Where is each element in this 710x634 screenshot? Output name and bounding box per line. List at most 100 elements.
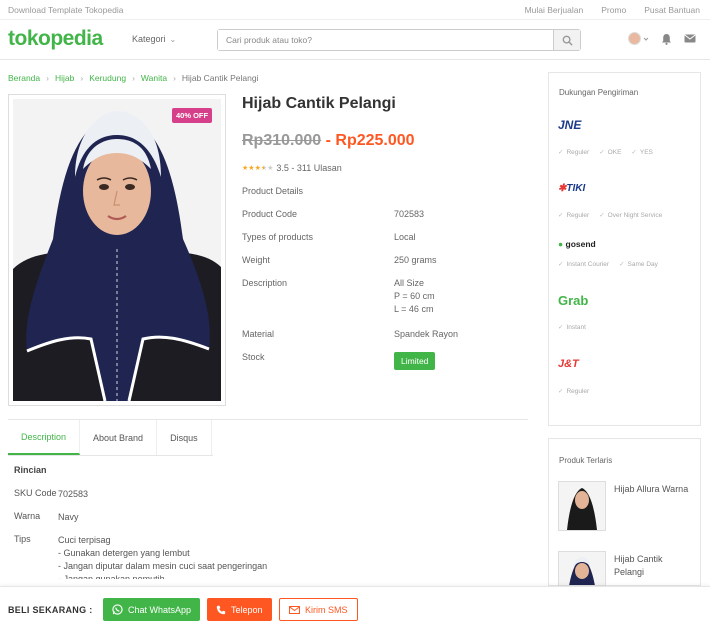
breadcrumb-hijab[interactable]: Hijab — [55, 73, 74, 83]
details-heading: Product Details — [242, 186, 304, 196]
mail-icon[interactable] — [684, 34, 696, 43]
spec-label-material: Material — [242, 329, 275, 339]
service-item: YES — [631, 148, 653, 156]
desc-value-sku: 702583 — [58, 489, 89, 499]
bell-icon[interactable] — [661, 33, 672, 45]
promo-link[interactable]: Promo — [601, 5, 626, 15]
rating-text: 3.5 - 311 Ulasan — [276, 163, 342, 173]
search-button[interactable] — [553, 30, 580, 50]
chevron-down-icon — [643, 37, 649, 41]
spec-label-stock: Stock — [242, 352, 265, 362]
chevron-right-icon: › — [46, 73, 49, 83]
spec-label-weight: Weight — [242, 255, 270, 265]
product-image[interactable] — [8, 94, 226, 406]
telepon-button[interactable]: Telepon — [207, 598, 272, 621]
shipping-title: Dukungan Pengiriman — [559, 88, 639, 97]
desc-label-sku: SKU Code — [14, 488, 57, 498]
bestseller-title: Produk Terlaris — [559, 456, 613, 465]
sms-button-label: Kirim SMS — [305, 604, 348, 615]
mulai-berjualan-link[interactable]: Mulai Berjualan — [525, 5, 584, 15]
price-block: Rp310.000 - Rp225.000 — [242, 132, 415, 150]
star-empty-icon: ★ — [267, 165, 274, 172]
buy-now-label: BELI SEKARANG : — [8, 605, 93, 615]
price-separator: - — [325, 132, 331, 149]
breadcrumb-current: Hijab Cantik Pelangi — [181, 73, 259, 83]
envelope-icon — [289, 605, 300, 614]
product-title: Hijab Cantik Pelangi — [242, 95, 396, 112]
whatsapp-icon — [112, 604, 123, 615]
desc-value-tips: Cuci terpisag - Gunakan detergen yang le… — [58, 535, 268, 579]
chevron-down-icon: ⌄ — [169, 35, 177, 44]
account-menu[interactable] — [628, 32, 649, 45]
gosend-logo: ● gosend — [558, 239, 596, 249]
chevron-right-icon: › — [173, 73, 176, 83]
service-item: Over Night Service — [599, 211, 663, 219]
phone-icon — [216, 605, 226, 614]
service-item: Reguler — [558, 387, 589, 395]
kategori-label: Kategori — [132, 34, 166, 44]
bestseller-image-2[interactable] — [558, 551, 606, 586]
grab-services: Instant — [558, 323, 586, 331]
service-item: Instant Courier — [558, 260, 609, 268]
chevron-right-icon: › — [80, 73, 84, 83]
tiki-services: Reguler Over Night Service — [558, 211, 662, 219]
whatsapp-button-label: Chat WhatsApp — [128, 604, 192, 615]
jnt-logo: J&T — [558, 358, 579, 370]
tab-disqus[interactable]: Disqus — [157, 420, 212, 455]
service-item: OKE — [599, 148, 622, 156]
top-bar: Download Template Tokopedia Mulai Berjua… — [0, 0, 710, 20]
download-template-link[interactable]: Download Template Tokopedia — [8, 5, 123, 15]
rating[interactable]: ★ ★ ★ ★ ★ 3.5 - 311 Ulasan — [242, 163, 342, 173]
spec-label-type: Types of products — [242, 232, 314, 242]
tabs-divider — [8, 455, 213, 456]
breadcrumb-wanita[interactable]: Wanita — [141, 73, 167, 83]
grab-logo: Grab — [558, 293, 589, 308]
jne-services: Reguler OKE YES — [558, 148, 653, 156]
chevron-right-icon: › — [132, 73, 135, 83]
top-links: Mulai Berjualan Promo Pusat Bantuan — [525, 5, 700, 15]
bestseller-name-1[interactable]: Hijab Allura Warna — [614, 483, 694, 496]
service-item: Reguler — [558, 148, 589, 156]
desc-value-warna: Navy — [58, 512, 79, 522]
bestseller-name-2[interactable]: Hijab Cantik Pelangi — [614, 553, 694, 579]
spec-value-weight: 250 grams — [394, 255, 437, 265]
spec-value-description: All Size P = 60 cm L = 46 cm — [394, 278, 435, 314]
header: tokopedia Kategori ⌄ — [0, 20, 710, 60]
desc-label-warna: Warna — [14, 511, 41, 521]
jnt-services: Reguler — [558, 387, 589, 395]
gosend-dot-icon: ● — [558, 239, 564, 249]
spec-value-material: Spandek Rayon — [394, 329, 459, 339]
gosend-services: Instant Courier Same Day — [558, 260, 658, 268]
description-title: Rincian — [14, 465, 47, 475]
service-item: Same Day — [619, 260, 658, 268]
stock-badge: Limited — [394, 352, 436, 370]
gosend-logo-text: gosend — [565, 239, 596, 249]
avatar — [628, 32, 641, 45]
breadcrumb: Beranda › Hijab › Kerudung › Wanita › Hijab … — [8, 73, 258, 83]
tab-description[interactable]: Description — [8, 420, 81, 455]
breadcrumb-kerudung[interactable]: Kerudung — [89, 73, 126, 83]
kategori-dropdown[interactable]: Kategori ⌄ — [132, 34, 176, 44]
pusat-bantuan-link[interactable]: Pusat Bantuan — [644, 5, 700, 15]
tab-about-brand[interactable]: About Brand — [80, 420, 158, 455]
discount-badge: 40% OFF — [172, 108, 213, 123]
search-icon — [562, 35, 573, 46]
bestseller-image-1[interactable] — [558, 481, 606, 531]
spec-label-description: Description — [242, 278, 288, 288]
buy-now-bar: BELI SEKARANG : Chat WhatsApp Telepon Ki… — [0, 586, 710, 634]
tiki-logo-text: TIKI — [566, 183, 586, 194]
rating-stars: ★ ★ ★ ★ ★ — [242, 164, 273, 172]
sms-button[interactable]: Kirim SMS — [279, 598, 358, 621]
whatsapp-button[interactable]: Chat WhatsApp — [103, 598, 201, 621]
header-icons — [628, 32, 696, 45]
hijab-model-illustration — [13, 99, 221, 401]
service-item: Reguler — [558, 211, 589, 219]
service-item: Instant — [558, 323, 586, 331]
telepon-button-label: Telepon — [231, 604, 263, 615]
desc-label-tips: Tips — [14, 534, 31, 544]
logo[interactable]: tokopedia — [8, 27, 103, 51]
breadcrumb-beranda[interactable]: Beranda — [8, 73, 40, 83]
product-tabs: Description About Brand Disqus — [8, 419, 528, 455]
new-price: Rp225.000 — [335, 132, 415, 149]
search-input[interactable] — [218, 30, 553, 50]
